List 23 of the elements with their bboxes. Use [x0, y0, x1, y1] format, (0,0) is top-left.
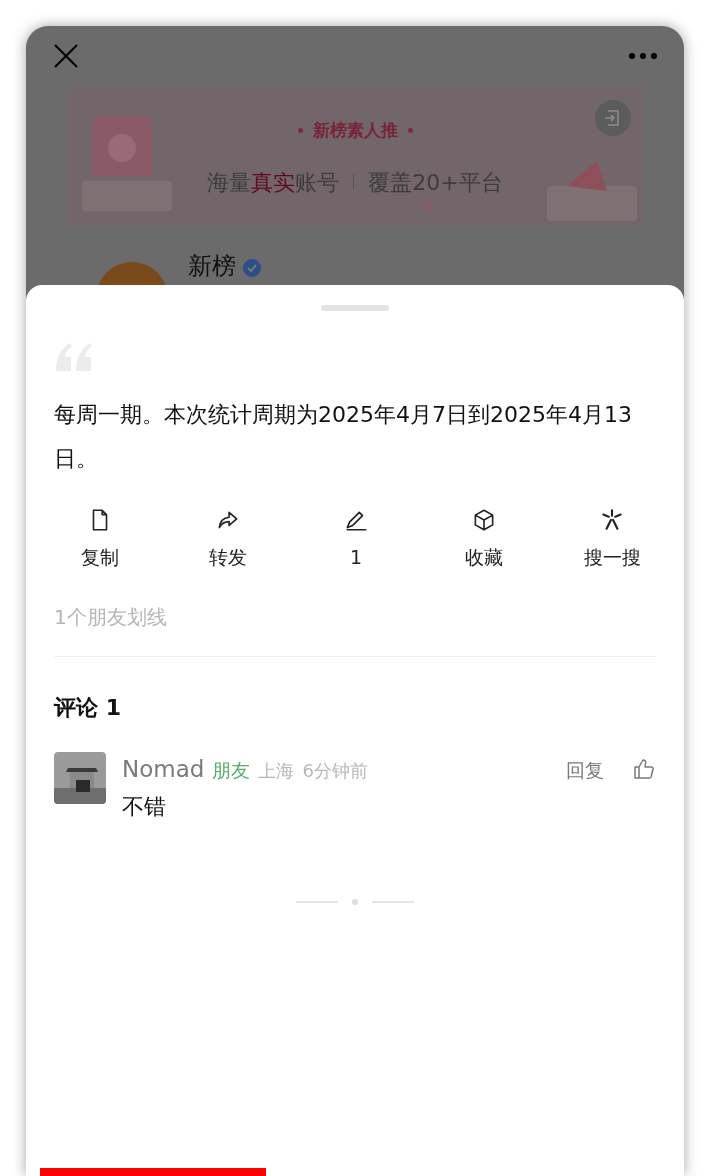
banner-subtitle: 覆盖20+平台 — [368, 168, 503, 197]
action-button[interactable]: 转发 — [164, 507, 292, 572]
thumbs-up-icon[interactable] — [632, 756, 656, 781]
comment-text: 不错 — [122, 793, 167, 821]
close-icon[interactable] — [52, 42, 80, 70]
comment-location: 上海 — [258, 758, 295, 783]
highlight-note: 1个朋友划线 — [54, 603, 168, 631]
comment-author[interactable]: Nomad — [122, 751, 205, 786]
action-button[interactable]: 1 — [292, 507, 420, 572]
banner-title: 新榜素人推 — [312, 119, 398, 142]
drag-handle[interactable] — [321, 305, 389, 311]
comment-time: 6分钟前 — [302, 758, 368, 783]
comments-title: 评论 1 — [54, 693, 122, 722]
action-button[interactable]: 搜一搜 — [548, 507, 676, 572]
action-button[interactable]: 复制 — [36, 507, 164, 572]
account-name: 新榜 — [188, 254, 236, 278]
quote-text: 每周一期。本次统计周期为2025年4月7日到2025年4月13日。 — [54, 401, 633, 473]
more-icon[interactable] — [628, 52, 658, 60]
sparkle-icon — [599, 507, 625, 533]
reply-link[interactable]: 回复 — [566, 755, 604, 784]
action-button[interactable]: 收藏 — [420, 507, 548, 572]
verified-icon — [242, 258, 262, 278]
friend-tag: 朋友 — [212, 755, 251, 784]
